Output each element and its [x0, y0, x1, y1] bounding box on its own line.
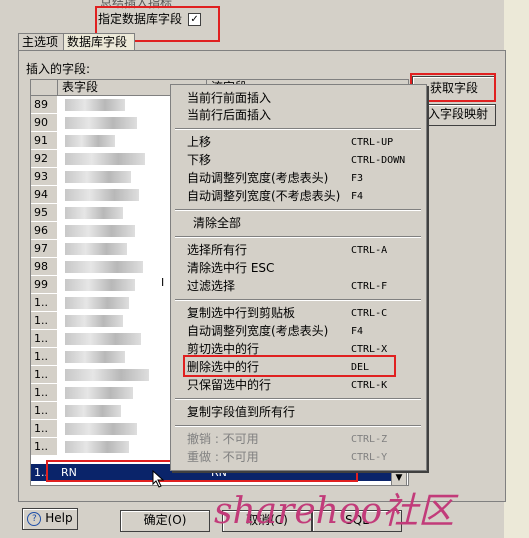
menu-copy-shortcut: CTRL-C: [351, 308, 388, 319]
blurred-cell: [65, 351, 125, 363]
blurred-cell: [65, 99, 125, 111]
row-number: 1..: [31, 294, 57, 312]
menu-separator: [175, 398, 421, 400]
row-number: 1..: [31, 312, 57, 330]
menu-autosize-with-header-2-shortcut: F4: [351, 326, 364, 337]
menu-keep-selected[interactable]: 只保留选中的行: [187, 377, 271, 394]
menu-separator: [175, 128, 421, 130]
blurred-cell: [65, 387, 133, 399]
blurred-cell: [65, 153, 145, 165]
menu-copy-value-to-all[interactable]: 复制字段值到所有行: [187, 404, 295, 421]
menu-autosize-no-header-shortcut: F4: [351, 191, 364, 202]
menu-insert-before[interactable]: 当前行前面插入: [187, 90, 271, 107]
menu-move-up[interactable]: 上移: [187, 134, 211, 151]
tab-db-fields[interactable]: 数据库字段: [63, 33, 135, 51]
map-fields-button[interactable]: 入字段映射: [420, 104, 496, 126]
insert-fields-label: 插入的字段:: [26, 62, 91, 76]
tab-main-options[interactable]: 主选项: [18, 33, 66, 51]
menu-filter-selection-shortcut: CTRL-F: [351, 281, 388, 292]
row-number: 1..: [31, 348, 57, 366]
help-icon: ?: [27, 511, 42, 526]
help-button-label: Help: [45, 511, 73, 525]
row-number: 95: [31, 204, 57, 222]
menu-autosize-with-header-2[interactable]: 自动调整列宽度(考虑表头): [187, 323, 328, 340]
blurred-cell: [65, 297, 129, 309]
menu-autosize-with-header[interactable]: 自动调整列宽度(考虑表头): [187, 170, 328, 187]
blurred-cell: [65, 369, 149, 381]
row-number: 89: [31, 96, 57, 114]
row-number: 1..: [31, 420, 57, 438]
menu-clear-all[interactable]: 清除全部: [193, 215, 241, 232]
menu-autosize-no-header[interactable]: 自动调整列宽度(不考虑表头): [187, 188, 340, 205]
row99-suffix: I: [161, 276, 165, 289]
mouse-cursor-icon: [152, 470, 165, 488]
menu-clear-selection[interactable]: 清除选中行 ESC: [187, 260, 274, 277]
blurred-cell: [65, 189, 139, 201]
grid-corner: [31, 80, 57, 96]
blurred-cell: [65, 135, 115, 147]
row-number: 1..: [31, 402, 57, 420]
menu-redo: 重做 : 不可用: [187, 450, 259, 464]
menu-move-up-shortcut: CTRL-UP: [351, 137, 394, 148]
blurred-cell: [65, 279, 135, 291]
menu-separator: [175, 425, 421, 427]
blurred-cell: [65, 333, 141, 345]
row-number: 93: [31, 168, 57, 186]
row-number: 1..: [31, 366, 57, 384]
watermark: sharehoo社区: [214, 491, 455, 532]
blurred-cell: [65, 315, 123, 327]
row-number: 96: [31, 222, 57, 240]
menu-move-down-shortcut: CTRL-DOWN: [351, 155, 406, 166]
row-number: 94: [31, 186, 57, 204]
menu-separator: [175, 209, 421, 211]
menu-filter-selection[interactable]: 过滤选择: [187, 278, 235, 295]
specify-db-field-option[interactable]: 指定数据库字段 ✓: [98, 10, 202, 27]
row-number: 92: [31, 150, 57, 168]
blurred-cell: [65, 423, 137, 435]
row-number: 1..: [31, 330, 57, 348]
specify-db-field-label: 指定数据库字段: [98, 12, 183, 26]
top-strip: 总结插入指标: [0, 0, 529, 30]
row-number: 1..: [31, 438, 57, 456]
blurred-cell: [65, 243, 127, 255]
ok-button[interactable]: 确定(O): [120, 510, 210, 532]
menu-keep-shortcut: CTRL-K: [351, 380, 388, 391]
menu-separator: [175, 299, 421, 301]
row-number: 99: [31, 276, 57, 294]
row-number: 98: [31, 258, 57, 276]
menu-autosize-with-header-shortcut: F3: [351, 173, 364, 184]
row-number: 90: [31, 114, 57, 132]
menu-copy-to-clipboard[interactable]: 复制选中行到剪贴板: [187, 305, 295, 322]
menu-select-all-shortcut: CTRL-A: [351, 245, 388, 256]
menu-insert-after[interactable]: 当前行后面插入: [187, 107, 271, 124]
context-menu: 当前行前面插入 当前行后面插入 上移 CTRL-UP 下移 CTRL-DOWN …: [170, 84, 427, 471]
right-window-edge: [504, 0, 529, 538]
blurred-cell: [65, 225, 135, 237]
menu-move-down[interactable]: 下移: [187, 152, 211, 169]
menu-select-all[interactable]: 选择所有行: [187, 242, 247, 259]
blurred-cell: [65, 441, 129, 453]
specify-db-field-checkbox[interactable]: ✓: [188, 13, 202, 26]
blurred-cell: [65, 171, 131, 183]
highlight-delete-selected: [183, 355, 396, 377]
row-number: 1..: [31, 384, 57, 402]
menu-separator: [175, 236, 421, 238]
help-button[interactable]: ? Help: [22, 508, 78, 530]
blurred-cell: [65, 405, 121, 417]
menu-undo-shortcut: CTRL-Z: [351, 434, 388, 445]
row-number: 97: [31, 240, 57, 258]
menu-redo-shortcut: CTRL-Y: [351, 452, 388, 463]
blurred-cell: [65, 261, 143, 273]
blurred-cell: [65, 117, 137, 129]
blurred-cell: [65, 207, 123, 219]
menu-undo: 撤销 : 不可用: [187, 432, 259, 446]
row-number: 91: [31, 132, 57, 150]
